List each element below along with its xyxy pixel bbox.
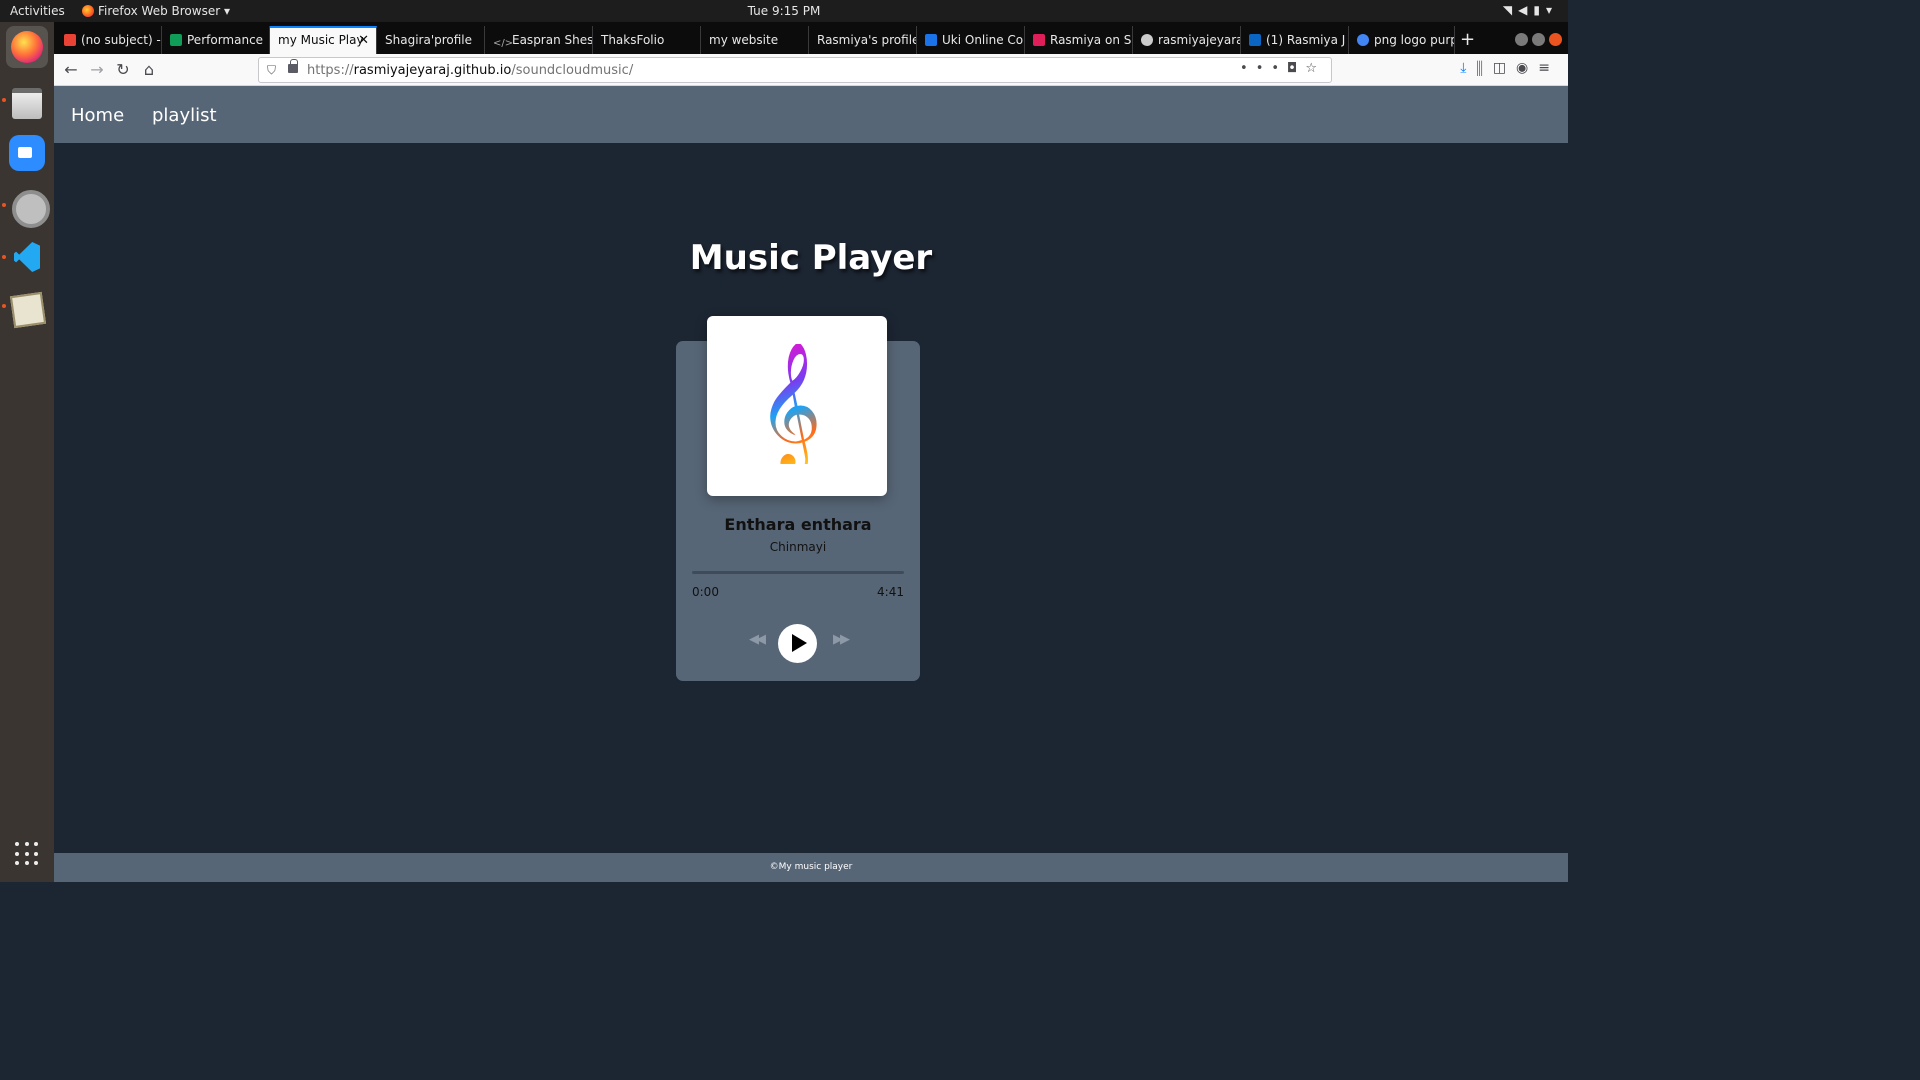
vscode-launcher-icon[interactable]: [6, 236, 48, 278]
menu-icon[interactable]: ≡: [1538, 60, 1560, 76]
browser-toolbar: ← → ↻ ⌂ ⛉ https://rasmiyajeyaraj.github.…: [54, 54, 1568, 86]
play-button[interactable]: [778, 624, 817, 663]
bookmark-star-icon[interactable]: ☆: [1305, 61, 1325, 76]
url-path: /soundcloudmusic/: [511, 63, 634, 78]
window-controls: [1511, 31, 1562, 50]
firefox-launcher-icon[interactable]: [6, 26, 48, 68]
url-bar[interactable]: ⛉ https://rasmiyajeyaraj.github.io/sound…: [258, 57, 1332, 83]
launcher-dock: [0, 22, 54, 882]
tab-png-logo[interactable]: png logo purp: [1349, 26, 1455, 54]
previous-track-icon[interactable]: ◀◀: [749, 632, 766, 647]
forward-icon[interactable]: →: [86, 59, 108, 81]
page-actions-icon[interactable]: •••: [1240, 61, 1287, 76]
battery-icon: ▮: [1533, 3, 1546, 17]
tracking-shield-icon[interactable]: ⛉: [267, 63, 276, 78]
firefox-icon: [82, 5, 94, 17]
tab-performance[interactable]: Performance: [162, 26, 270, 54]
app-menu-label: Firefox Web Browser ▾: [98, 4, 230, 18]
track-artist: Chinmayi: [769, 540, 827, 554]
tab-my-website[interactable]: my website: [701, 26, 809, 54]
url-domain: rasmiyajeyaraj.github.io: [353, 63, 512, 78]
track-title: Enthara enthara: [724, 515, 872, 534]
player-card: 𝄞 Enthara enthara Chinmayi 0:00 4:41 ◀◀ …: [676, 316, 920, 681]
pocket-icon[interactable]: ◘: [1287, 61, 1305, 76]
back-icon[interactable]: ←: [60, 59, 82, 81]
home-icon[interactable]: ⌂: [138, 59, 160, 81]
github-icon: [1141, 34, 1153, 46]
next-track-icon[interactable]: ▶▶: [833, 632, 850, 647]
running-indicator: [2, 203, 6, 207]
tab-music-player[interactable]: my Music Play ✕: [270, 26, 377, 54]
show-applications-icon[interactable]: [15, 842, 39, 866]
tab-shagira-profile[interactable]: Shagira'profile: [377, 26, 485, 54]
web-page: Home playlist Music Player 𝄞 Enthara ent…: [54, 86, 1568, 882]
wifi-icon: ◥: [1502, 3, 1519, 17]
album-art: 𝄞: [707, 316, 887, 496]
site-nav: Home playlist: [54, 86, 1568, 143]
library-icon[interactable]: ⫼: [1476, 60, 1492, 76]
close-tab-icon[interactable]: ✕: [358, 33, 369, 48]
lock-icon[interactable]: [288, 59, 298, 73]
tab-github[interactable]: rasmiyajeyara: [1133, 26, 1241, 54]
code-icon: </>: [493, 38, 514, 49]
duration: 4:41: [877, 585, 904, 599]
account-icon[interactable]: ◉: [1516, 60, 1538, 76]
activities-button[interactable]: Activities: [10, 4, 65, 18]
nav-home-link[interactable]: Home: [71, 105, 124, 126]
current-time: 0:00: [692, 585, 719, 599]
text-editor-launcher-icon[interactable]: [6, 288, 48, 330]
running-indicator: [2, 255, 6, 259]
app-menu[interactable]: Firefox Web Browser ▾: [82, 4, 230, 18]
tab-rasmiya-on-s[interactable]: Rasmiya on S: [1025, 26, 1133, 54]
volume-icon: ◀: [1518, 3, 1534, 17]
running-indicator: [2, 304, 6, 308]
gmail-icon: [64, 34, 76, 46]
files-launcher-icon[interactable]: [6, 80, 48, 122]
reload-icon[interactable]: ↻: [112, 59, 134, 81]
nav-playlist-link[interactable]: playlist: [152, 105, 217, 126]
chevron-down-icon: ▾: [1545, 3, 1558, 17]
settings-launcher-icon[interactable]: [6, 184, 50, 228]
google-icon: [1357, 34, 1369, 46]
close-window-icon[interactable]: [1549, 33, 1562, 46]
tab-thaksfolio[interactable]: ThaksFolio: [593, 26, 701, 54]
contact-icon: [925, 34, 937, 46]
site-footer: ©My music player: [54, 853, 1568, 882]
tab-gmail[interactable]: (no subject) -: [56, 26, 162, 54]
linkedin-icon: [1249, 34, 1261, 46]
zoom-launcher-icon[interactable]: [6, 132, 48, 174]
tab-uki-online[interactable]: Uki Online Co: [917, 26, 1025, 54]
slack-icon: [1033, 34, 1045, 46]
progress-bar[interactable]: [692, 571, 904, 574]
url-scheme: https://: [307, 63, 354, 78]
tab-easpran[interactable]: </>Easpran Shes: [485, 26, 593, 54]
clock[interactable]: Tue 9:15 PM: [0, 4, 1568, 18]
maximize-icon[interactable]: [1532, 33, 1545, 46]
minimize-icon[interactable]: [1515, 33, 1528, 46]
page-title: Music Player: [689, 238, 933, 278]
system-tray[interactable]: ◥◀▮▾: [1503, 3, 1558, 17]
sidebar-icon[interactable]: ◫: [1493, 60, 1516, 76]
treble-clef-icon: 𝄞: [757, 340, 823, 468]
downloads-icon[interactable]: ⤓: [1460, 60, 1476, 76]
sheets-icon: [170, 34, 182, 46]
browser-tab-bar: (no subject) - Performance my Music Play…: [54, 22, 1568, 54]
tab-linkedin[interactable]: (1) Rasmiya J: [1241, 26, 1349, 54]
new-tab-button[interactable]: +: [1460, 29, 1475, 50]
tab-rasmiya-profile[interactable]: Rasmiya's profile: [809, 26, 917, 54]
system-top-bar: Activities Firefox Web Browser ▾ Tue 9:1…: [0, 0, 1568, 22]
